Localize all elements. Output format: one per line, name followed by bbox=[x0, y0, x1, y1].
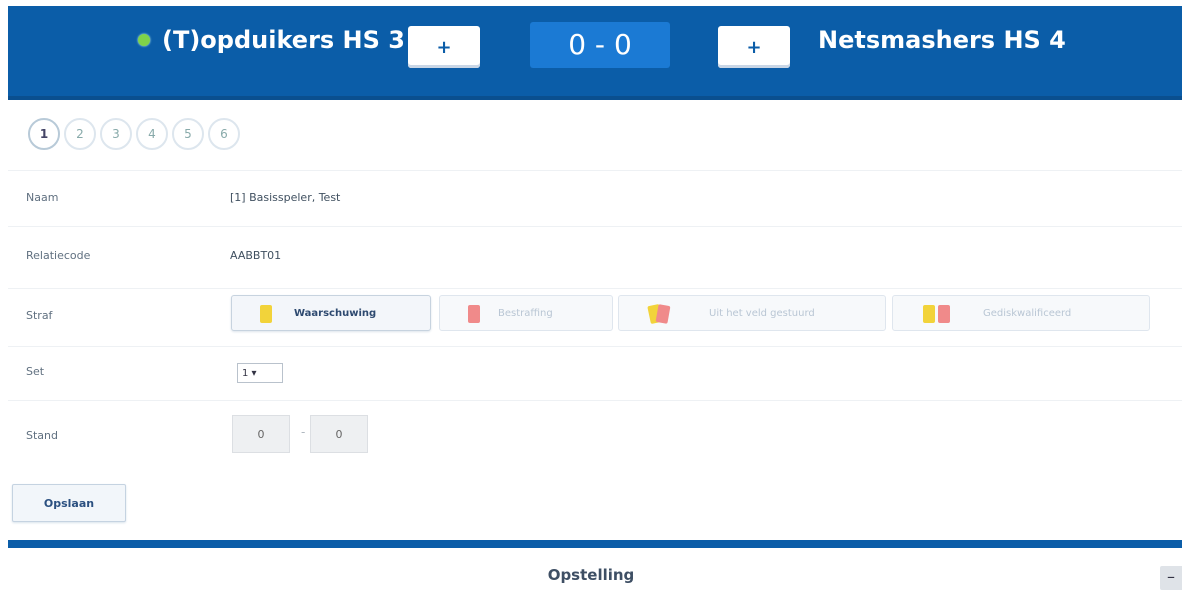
warning-label: Waarschuwing bbox=[294, 307, 377, 319]
penalty-options: Waarschuwing Bestraffing Uit het veld ge… bbox=[8, 295, 1182, 335]
expulsion-button[interactable]: Uit het veld gestuurd bbox=[618, 295, 886, 331]
step-4[interactable]: 4 bbox=[136, 118, 168, 150]
scoreboard-header: (T)opduikers HS 3 + 0 - 0 + Netsmashers … bbox=[8, 6, 1182, 100]
save-button[interactable]: Opslaan bbox=[12, 484, 126, 522]
home-team-name: (T)opduikers HS 3 bbox=[162, 26, 405, 54]
set-row: Set 1 ▾ bbox=[8, 346, 1182, 401]
relation-value: AABBT01 bbox=[230, 249, 282, 262]
away-team-name: Netsmashers HS 4 bbox=[818, 26, 1066, 54]
red-card-icon bbox=[655, 304, 671, 324]
section-divider bbox=[8, 540, 1182, 548]
score-row: Stand 0 - 0 bbox=[8, 400, 1182, 477]
step-3[interactable]: 3 bbox=[100, 118, 132, 150]
warning-button[interactable]: Waarschuwing bbox=[231, 295, 431, 331]
set-select[interactable]: 1 ▾ bbox=[237, 363, 283, 383]
set-select-wrap: 1 ▾ bbox=[8, 363, 308, 387]
collapse-icon[interactable]: – bbox=[1160, 566, 1182, 590]
disqualification-label: Gediskwalificeerd bbox=[983, 307, 1072, 319]
step-2[interactable]: 2 bbox=[64, 118, 96, 150]
home-score-input[interactable]: 0 bbox=[232, 415, 290, 453]
red-card-icon bbox=[938, 305, 950, 323]
lineup-section-title[interactable]: Opstelling bbox=[0, 566, 1182, 584]
player-steps: 1 2 3 4 5 6 bbox=[28, 118, 244, 150]
penalty-row: Straf Waarschuwing Bestraffing Uit het v… bbox=[8, 288, 1182, 347]
score-inputs: 0 - 0 bbox=[8, 415, 408, 457]
name-row: Naam [1] Basisspeler, Test bbox=[8, 170, 1182, 227]
name-label: Naam bbox=[26, 191, 59, 204]
expulsion-label: Uit het veld gestuurd bbox=[709, 307, 815, 319]
add-point-home-button[interactable]: + bbox=[408, 26, 480, 68]
name-value: [1] Basisspeler, Test bbox=[230, 191, 341, 204]
score-separator: - bbox=[301, 425, 306, 439]
step-1[interactable]: 1 bbox=[28, 118, 60, 150]
disqualification-button[interactable]: Gediskwalificeerd bbox=[892, 295, 1150, 331]
add-point-away-button[interactable]: + bbox=[718, 26, 790, 68]
red-card-icon bbox=[468, 305, 480, 323]
relation-row: Relatiecode AABBT01 bbox=[8, 226, 1182, 289]
step-6[interactable]: 6 bbox=[208, 118, 240, 150]
yellow-card-icon bbox=[260, 305, 272, 323]
home-team: (T)opduikers HS 3 bbox=[138, 26, 405, 54]
penalty-option-label: Bestraffing bbox=[498, 307, 553, 319]
penalty-button[interactable]: Bestraffing bbox=[439, 295, 613, 331]
step-5[interactable]: 5 bbox=[172, 118, 204, 150]
yellow-card-icon bbox=[923, 305, 935, 323]
relation-label: Relatiecode bbox=[26, 249, 91, 262]
score-display: 0 - 0 bbox=[530, 22, 670, 68]
away-score-input[interactable]: 0 bbox=[310, 415, 368, 453]
serve-indicator-icon bbox=[138, 34, 150, 46]
